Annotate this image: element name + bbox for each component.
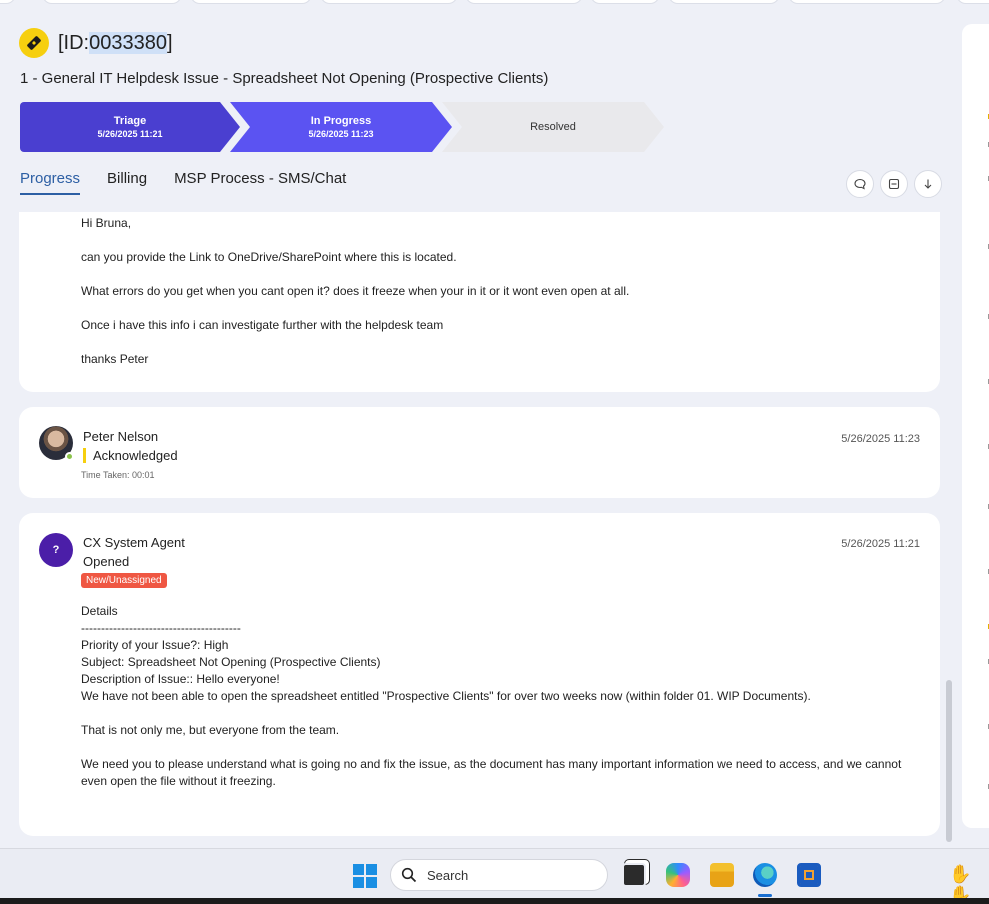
message-line: can you provide the Link to OneDrive/Sha… [81, 250, 457, 264]
ticket-icon [19, 28, 49, 58]
top-pill[interactable] [668, 0, 780, 4]
file-explorer-icon[interactable] [710, 863, 734, 887]
step-date: 5/26/2025 11:23 [308, 129, 374, 139]
top-pill[interactable] [320, 0, 458, 4]
step-date: 5/26/2025 11:21 [97, 129, 163, 139]
top-button-row [0, 0, 989, 6]
tab-actions [846, 170, 942, 198]
ticket-title: 1 - General IT Helpdesk Issue - Spreadsh… [20, 70, 549, 87]
download-button[interactable] [914, 170, 942, 198]
timestamp: 5/26/2025 11:23 [841, 433, 920, 445]
top-pill[interactable] [42, 0, 182, 4]
top-pill[interactable] [590, 0, 660, 4]
details-line: We need you to please understand what is… [81, 757, 902, 788]
status-stepper: Triage 5/26/2025 11:21 In Progress 5/26/… [20, 102, 680, 152]
activity-state: Acknowledged [83, 448, 178, 463]
author-name: Peter Nelson [83, 429, 159, 444]
step-resolved[interactable]: Resolved [442, 102, 664, 152]
message-line: thanks Peter [81, 352, 149, 366]
copilot-icon[interactable] [666, 863, 690, 887]
time-taken: Time Taken: 00:01 [81, 470, 155, 480]
message-line: Once i have this info i can investigate … [81, 318, 444, 332]
activity-card-acknowledged: Peter Nelson Acknowledged Time Taken: 00… [19, 407, 940, 498]
top-pill[interactable] [956, 0, 989, 4]
download-icon [924, 179, 932, 189]
step-triage[interactable]: Triage 5/26/2025 11:21 [20, 102, 240, 152]
top-pill[interactable] [190, 0, 312, 4]
message-body: Hi Bruna, can you provide the Link to On… [81, 216, 629, 386]
details-line: ---------------------------------------- [81, 621, 241, 635]
details-line: Description of Issue:: Hello everyone! [81, 672, 280, 686]
message-card: Hi Bruna, can you provide the Link to On… [19, 212, 940, 392]
top-pill[interactable] [0, 0, 16, 4]
details-line: That is not only me, but everyone from t… [81, 723, 340, 737]
screen-bottom-edge [0, 898, 989, 904]
search-icon [401, 867, 417, 883]
collapse-button[interactable] [880, 170, 908, 198]
microsoft-store-icon[interactable] [797, 863, 821, 887]
step-label: Triage [113, 115, 147, 127]
taskbar-search[interactable]: Search ✋✋✋ [390, 859, 972, 904]
search-label: Search [427, 868, 469, 883]
online-status-dot [65, 452, 74, 461]
avatar[interactable]: ? [39, 533, 73, 567]
edge-browser-icon[interactable] [753, 863, 777, 887]
details-line: Subject: Spreadsheet Not Opening (Prospe… [81, 655, 381, 669]
top-pill[interactable] [465, 0, 583, 4]
taskbar: Search ✋✋✋ [0, 848, 989, 904]
top-pill[interactable] [788, 0, 946, 4]
feed-scrollbar[interactable] [946, 680, 952, 842]
details-line [81, 705, 921, 722]
details-body: Details --------------------------------… [81, 603, 921, 790]
activity-feed[interactable]: Hi Bruna, can you provide the Link to On… [0, 212, 960, 848]
tab-bar: Progress Billing MSP Process - SMS/Chat [20, 170, 373, 195]
ticket-id: [ID:0033380] [58, 32, 173, 54]
task-view-icon[interactable] [622, 863, 646, 887]
message-line: Hi Bruna, [81, 216, 132, 230]
active-app-indicator [758, 894, 772, 897]
tab-progress[interactable]: Progress [20, 170, 81, 195]
timestamp: 5/26/2025 11:21 [841, 538, 920, 550]
windows-start-icon[interactable] [353, 864, 377, 888]
comment-icon [854, 178, 866, 190]
activity-card-opened: ? CX System Agent Opened New/Unassigned … [19, 513, 940, 836]
details-line: Priority of your Issue?: High [81, 638, 229, 652]
right-side-panel[interactable] [962, 24, 989, 828]
collapse-icon [888, 178, 900, 190]
step-label: Resolved [530, 121, 576, 133]
ticket-id-number[interactable]: 0033380 [89, 32, 167, 54]
tab-billing[interactable]: Billing [107, 170, 147, 195]
tab-msp-process[interactable]: MSP Process - SMS/Chat [174, 170, 346, 195]
activity-state: Opened [83, 554, 130, 569]
step-in-progress[interactable]: In Progress 5/26/2025 11:23 [230, 102, 452, 152]
step-label: In Progress [310, 115, 372, 127]
details-line: Details [81, 604, 118, 618]
comment-button[interactable] [846, 170, 874, 198]
message-line: What errors do you get when you cant ope… [81, 284, 630, 298]
details-line [81, 739, 921, 756]
details-line: We have not been able to open the spread… [81, 689, 811, 703]
author-name: CX System Agent [83, 535, 185, 550]
status-badge: New/Unassigned [81, 573, 167, 588]
